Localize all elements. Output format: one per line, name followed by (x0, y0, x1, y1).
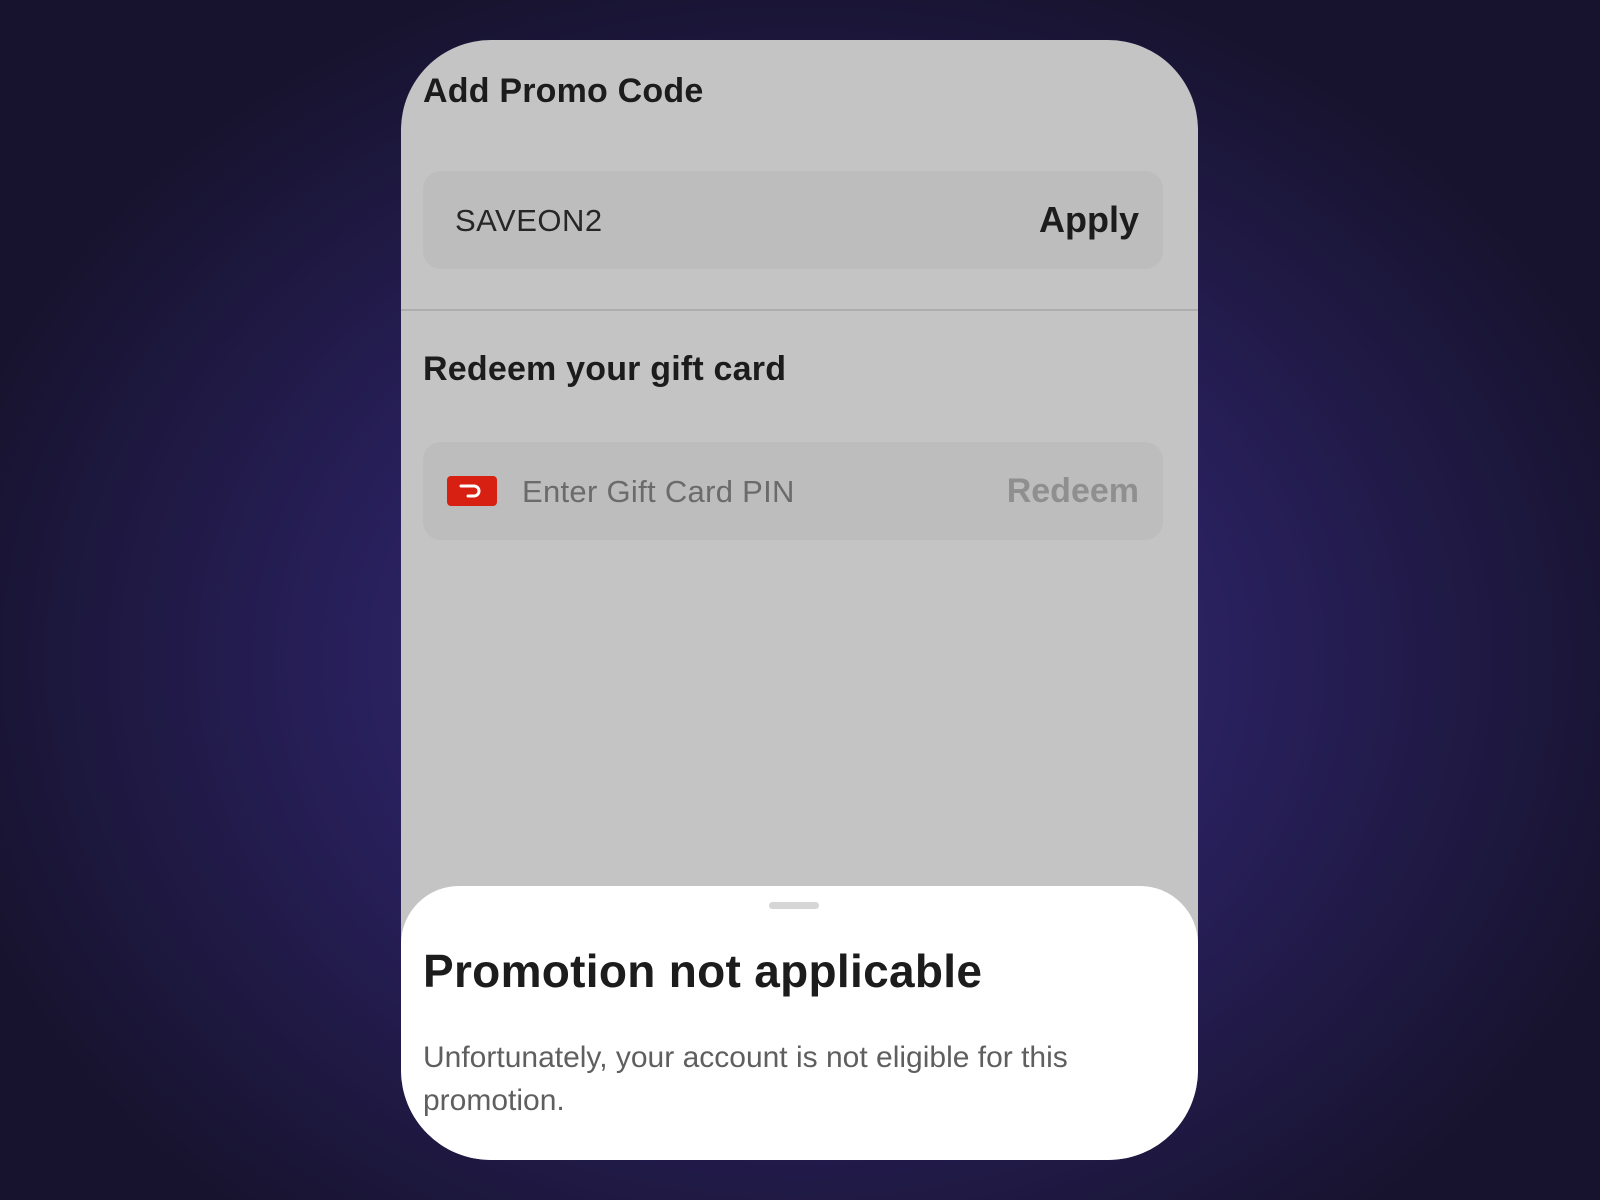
promo-code-title: Add Promo Code (423, 72, 704, 110)
gift-card-field[interactable]: Enter Gift Card PIN Redeem (423, 442, 1163, 540)
gift-card-title: Redeem your gift card (423, 350, 787, 388)
error-bottom-sheet: Promotion not applicable Unfortunately, … (401, 886, 1198, 1160)
doordash-logo-icon (447, 476, 497, 506)
sheet-message: Unfortunately, your account is not eligi… (423, 1041, 1068, 1117)
promo-code-field[interactable]: SAVEON2 Apply (423, 171, 1163, 269)
sheet-grabber-handle[interactable] (769, 902, 819, 909)
gift-card-pin-input[interactable]: Enter Gift Card PIN (522, 474, 795, 510)
phone-screen: Add Promo Code SAVEON2 Apply Redeem your… (401, 40, 1198, 1160)
promo-code-input[interactable]: SAVEON2 (455, 203, 603, 239)
section-divider (401, 309, 1198, 311)
redeem-button[interactable]: Redeem (1007, 472, 1139, 511)
sheet-title: Promotion not applicable (423, 945, 983, 997)
apply-button[interactable]: Apply (1039, 199, 1139, 241)
